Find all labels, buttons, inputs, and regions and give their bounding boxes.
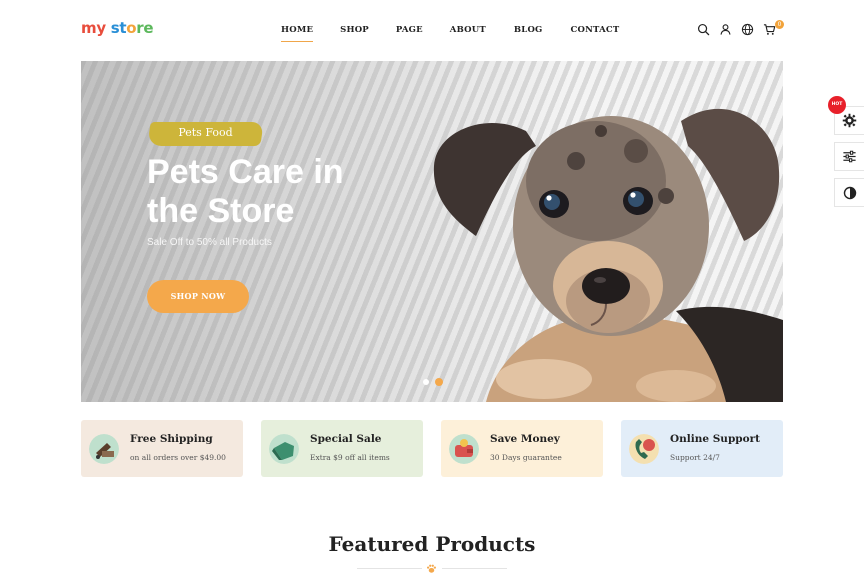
hero-tag-label: Pets Food: [178, 126, 233, 139]
nav-shop[interactable]: SHOP: [340, 25, 369, 35]
slider-dots: [423, 378, 443, 386]
feature-subtitle: Extra $9 off all items: [310, 453, 390, 462]
filter-tool[interactable]: [834, 142, 864, 171]
gear-icon: [842, 113, 857, 128]
feature-subtitle: 30 Days guarantee: [490, 453, 562, 462]
featured-products-title: Featured Products: [328, 532, 536, 556]
contrast-icon: [843, 186, 856, 199]
logo-text-part: my: [81, 19, 106, 37]
nav-blog[interactable]: BLOG: [514, 25, 543, 35]
nav-home[interactable]: HOME: [281, 25, 314, 42]
feature-free-shipping: Free Shipping on all orders over $49.00: [81, 420, 243, 477]
logo-text-part: o: [126, 19, 137, 37]
feature-subtitle: on all orders over $49.00: [130, 453, 226, 462]
cart-count-badge: 0: [775, 20, 784, 29]
slider-dot-active[interactable]: [435, 378, 443, 386]
feature-save-money: Save Money 30 Days guarantee: [441, 420, 603, 477]
shop-now-button[interactable]: SHOP NOW: [147, 280, 249, 313]
support-24-icon: [629, 434, 659, 464]
logo-text-part: st: [105, 19, 127, 37]
store-logo[interactable]: my store: [81, 19, 154, 37]
delivery-icon: [89, 434, 119, 464]
feature-subtitle: Support 24/7: [670, 453, 720, 462]
hero-banner: Pets Food Pets Care in the Store Sale Of…: [81, 61, 783, 402]
feature-title: Save Money: [490, 433, 560, 445]
paw-icon: [427, 564, 436, 573]
hero-subtitle: Sale Off to 50% all Products: [147, 237, 272, 248]
feature-special-sale: Special Sale Extra $9 off all items: [261, 420, 423, 477]
nav-page[interactable]: PAGE: [396, 25, 423, 35]
theme-tool[interactable]: [834, 178, 864, 207]
search-icon[interactable]: [697, 23, 710, 36]
main-nav: HOME SHOP PAGE ABOUT BLOG CONTACT: [281, 25, 620, 42]
nav-contact[interactable]: CONTACT: [571, 25, 620, 35]
slider-dot[interactable]: [423, 379, 429, 385]
feature-title: Online Support: [670, 433, 761, 445]
hero-title: Pets Care in the Store: [147, 153, 344, 230]
site-header: my store HOME SHOP PAGE ABOUT BLOG CONTA…: [0, 0, 864, 61]
sliders-icon: [843, 150, 856, 163]
hot-badge: HOT: [828, 96, 846, 114]
user-icon[interactable]: [719, 23, 732, 36]
feature-online-support: Online Support Support 24/7: [621, 420, 783, 477]
logo-text-part: re: [136, 19, 154, 37]
feature-title: Special Sale: [310, 433, 382, 445]
wallet-icon: [449, 434, 479, 464]
globe-icon[interactable]: [741, 23, 754, 36]
title-divider-right: [442, 568, 507, 569]
sale-tag-icon: [269, 434, 299, 464]
title-divider-left: [357, 568, 422, 569]
feature-title: Free Shipping: [130, 433, 213, 445]
header-icons: [697, 23, 776, 36]
nav-about[interactable]: ABOUT: [450, 25, 486, 35]
puppy-image: [433, 108, 783, 402]
